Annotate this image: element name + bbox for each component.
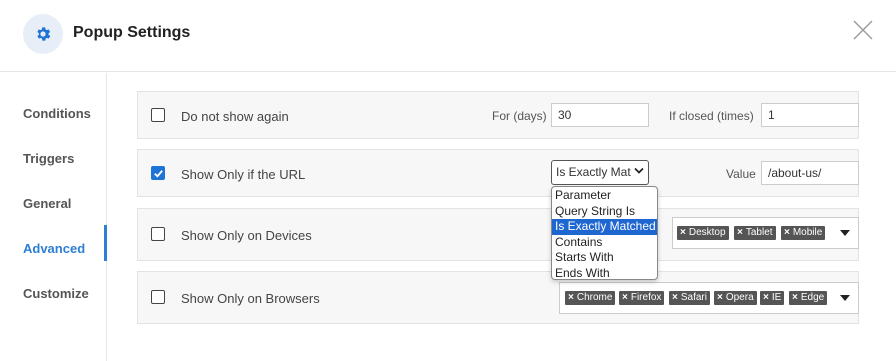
sidebar-item-advanced[interactable]: Advanced (23, 241, 85, 256)
devices-label: Show Only on Devices (181, 228, 312, 243)
tag-safari: × Safari (669, 291, 710, 305)
option-starts-with[interactable]: Starts With (552, 250, 657, 266)
remove-tag-icon[interactable]: × (792, 292, 798, 303)
tag-opera: × Opera (714, 291, 757, 305)
do-not-show-label: Do not show again (181, 109, 289, 124)
modal-header: Popup Settings (0, 0, 896, 72)
url-match-selected-value: Is Exactly Mat (556, 165, 631, 179)
closed-times-input[interactable]: 1 (761, 103, 859, 127)
modal-title: Popup Settings (73, 24, 191, 41)
option-is-exactly-matched[interactable]: Is Exactly Matched (552, 219, 657, 235)
option-parameter[interactable]: Parameter (552, 188, 657, 204)
tag-mobile: × Mobile (781, 226, 826, 240)
tag-ie: × IE (760, 291, 785, 305)
url-match-dropdown: Parameter Query String Is Is Exactly Mat… (551, 186, 658, 280)
row-show-if-url: Show Only if the URL Is Exactly Mat Valu… (137, 149, 859, 197)
url-checkbox[interactable] (151, 166, 165, 180)
sidebar-item-triggers[interactable]: Triggers (23, 151, 74, 166)
days-input[interactable]: 30 (551, 103, 649, 127)
devices-checkbox[interactable] (151, 227, 165, 241)
remove-tag-icon[interactable]: × (672, 292, 678, 303)
gear-icon (23, 14, 63, 54)
tag-firefox: × Firefox (619, 291, 665, 305)
value-label: Value (726, 167, 756, 181)
remove-tag-icon[interactable]: × (680, 227, 686, 238)
settings-sidebar: Conditions Triggers General Advanced Cus… (0, 73, 107, 361)
browsers-label: Show Only on Browsers (181, 291, 320, 306)
tag-tablet: × Tablet (734, 226, 776, 240)
option-query-string-is[interactable]: Query String Is (552, 204, 657, 220)
tag-edge: × Edge (789, 291, 828, 305)
caret-down-icon[interactable] (840, 230, 850, 236)
url-value-input[interactable]: /about-us/ (761, 161, 859, 185)
check-icon (153, 169, 163, 178)
browsers-tag-select[interactable]: × Chrome × Firefox × Safari × Opera × IE × Edg… (559, 282, 859, 314)
browsers-checkbox[interactable] (151, 290, 165, 304)
remove-tag-icon[interactable]: × (717, 292, 723, 303)
remove-tag-icon[interactable]: × (763, 292, 769, 303)
row-do-not-show-again: Do not show again For (days) 30 If close… (137, 91, 859, 139)
tag-desktop: × Desktop (677, 226, 729, 240)
row-show-on-browsers: Show Only on Browsers × Chrome × Firefox ×… (137, 271, 859, 324)
do-not-show-checkbox[interactable] (151, 108, 165, 122)
sidebar-item-conditions[interactable]: Conditions (23, 106, 91, 121)
row-show-on-devices: Show Only on Devices × Desktop × Tablet × M… (137, 208, 859, 261)
devices-tag-select[interactable]: × Desktop × Tablet × Mobile (672, 217, 859, 249)
url-label: Show Only if the URL (181, 167, 306, 182)
caret-down-icon[interactable] (840, 295, 850, 301)
sidebar-item-general[interactable]: General (23, 196, 71, 211)
remove-tag-icon[interactable]: × (568, 292, 574, 303)
sidebar-item-customize[interactable]: Customize (23, 286, 89, 301)
option-contains[interactable]: Contains (552, 235, 657, 251)
active-tab-indicator (104, 225, 107, 261)
url-match-select[interactable]: Is Exactly Mat (551, 160, 649, 185)
remove-tag-icon[interactable]: × (784, 227, 790, 238)
option-ends-with[interactable]: Ends With (552, 266, 657, 282)
days-label: For (days) (492, 109, 547, 123)
closed-times-label: If closed (times) (669, 109, 754, 123)
chevron-down-icon (634, 167, 644, 174)
tag-chrome: × Chrome (565, 291, 616, 305)
remove-tag-icon[interactable]: × (737, 227, 743, 238)
close-icon[interactable] (852, 19, 874, 41)
remove-tag-icon[interactable]: × (622, 292, 628, 303)
